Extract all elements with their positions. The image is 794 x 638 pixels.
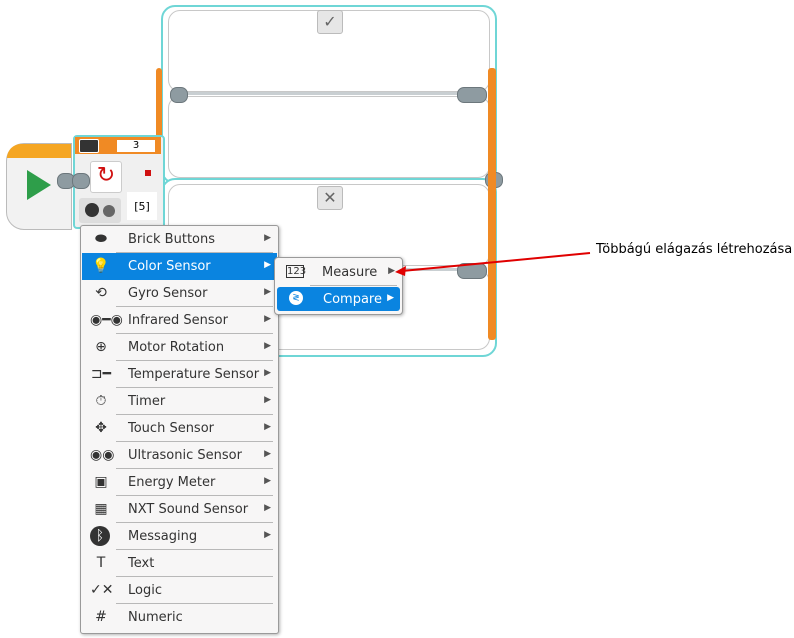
annotation-text: Többágú elágazás létrehozása <box>596 242 793 257</box>
annotation-arrow <box>395 252 591 276</box>
